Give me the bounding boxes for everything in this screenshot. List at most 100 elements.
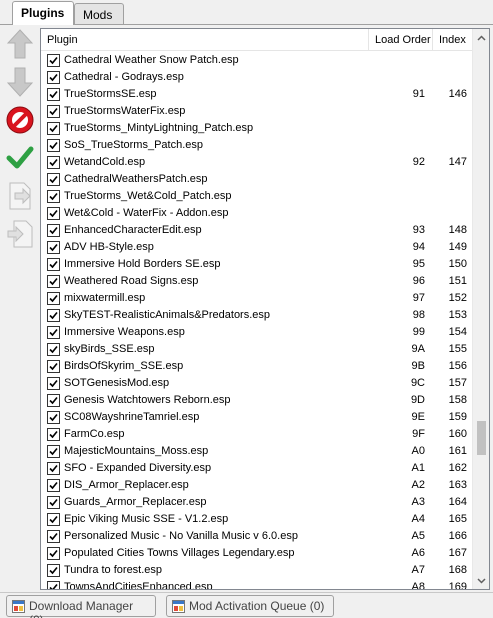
plugin-load-order: A8 [411, 581, 425, 590]
plugin-index: 152 [448, 292, 467, 304]
plugin-name: TrueStorms_Wet&Cold_Patch.esp [64, 190, 232, 202]
export-button[interactable] [3, 180, 37, 214]
column-header-plugin[interactable]: Plugin [41, 29, 369, 51]
plugin-enabled-checkbox[interactable] [47, 105, 60, 118]
plugin-index: 149 [448, 241, 467, 253]
plugin-row[interactable]: SkyTEST-RealisticAnimals&Predators.esp 98… [41, 307, 473, 324]
plugin-enabled-checkbox[interactable] [47, 547, 60, 560]
plugin-row[interactable]: FarmCo.esp 9F 160 [41, 426, 473, 443]
move-up-button[interactable] [3, 28, 37, 62]
plugin-enabled-checkbox[interactable] [47, 496, 60, 509]
plugin-load-order: A3 [411, 496, 425, 508]
plugin-load-order: 9C [410, 377, 425, 389]
tab-plugins[interactable]: Plugins [12, 1, 74, 25]
plugin-row[interactable]: EnhancedCharacterEdit.esp 93 148 [41, 222, 473, 239]
import-button[interactable] [3, 218, 37, 252]
plugin-enabled-checkbox[interactable] [47, 530, 60, 543]
mod-activation-queue-tab[interactable]: Mod Activation Queue (0) [166, 595, 334, 617]
disable-all-button[interactable] [3, 104, 37, 138]
plugin-row[interactable]: TrueStorms_Wet&Cold_Patch.esp [41, 188, 473, 205]
plugin-enabled-checkbox[interactable] [47, 173, 60, 186]
plugin-enabled-checkbox[interactable] [47, 428, 60, 441]
plugin-enabled-checkbox[interactable] [47, 462, 60, 475]
plugin-row[interactable]: BirdsOfSkyrim_SSE.esp 9B 156 [41, 358, 473, 375]
plugin-load-order: 93 [412, 224, 425, 236]
plugin-row[interactable]: Populated Cities Towns Villages Legendar… [41, 545, 473, 562]
plugin-row[interactable]: SoS_TrueStorms_Patch.esp [41, 137, 473, 154]
plugin-rows: Cathedral Weather Snow Patch.esp Cathedra… [41, 52, 473, 590]
plugin-enabled-checkbox[interactable] [47, 207, 60, 220]
plugin-row[interactable]: skyBirds_SSE.esp 9A 155 [41, 341, 473, 358]
plugin-row[interactable]: ADV HB-Style.esp 94 149 [41, 239, 473, 256]
plugin-row[interactable]: Genesis Watchtowers Reborn.esp 9D 158 [41, 392, 473, 409]
plugin-name: Epic Viking Music SSE - V1.2.esp [64, 513, 229, 525]
plugin-enabled-checkbox[interactable] [47, 309, 60, 322]
scroll-up-button[interactable] [473, 29, 489, 46]
plugin-enabled-checkbox[interactable] [47, 275, 60, 288]
plugin-row[interactable]: WetandCold.esp 92 147 [41, 154, 473, 171]
tab-mods[interactable]: Mods [74, 3, 124, 24]
plugin-row[interactable]: SC08WayshrineTamriel.esp 9E 159 [41, 409, 473, 426]
column-header-index[interactable]: Index [433, 29, 473, 51]
plugin-enabled-checkbox[interactable] [47, 224, 60, 237]
plugin-load-order: 9E [411, 411, 425, 423]
plugin-row[interactable]: Cathedral - Godrays.esp [41, 69, 473, 86]
plugin-load-order: 92 [412, 156, 425, 168]
plugin-row[interactable]: CathedralWeathersPatch.esp [41, 171, 473, 188]
plugin-enabled-checkbox[interactable] [47, 445, 60, 458]
plugin-row[interactable]: DIS_Armor_Replacer.esp A2 163 [41, 477, 473, 494]
plugin-enabled-checkbox[interactable] [47, 343, 60, 356]
vertical-scrollbar[interactable] [472, 29, 489, 589]
plugin-row[interactable]: mixwatermill.esp 97 152 [41, 290, 473, 307]
plugin-row[interactable]: TrueStormsSE.esp 91 146 [41, 86, 473, 103]
plugin-row[interactable]: MajesticMountains_Moss.esp A0 161 [41, 443, 473, 460]
plugin-index: 160 [448, 428, 467, 440]
plugin-enabled-checkbox[interactable] [47, 564, 60, 577]
plugin-list: Plugin Load Order Index Cathedral Weathe… [40, 28, 490, 590]
column-header-load-order[interactable]: Load Order [369, 29, 433, 51]
plugin-name: Genesis Watchtowers Reborn.esp [64, 394, 231, 406]
plugin-enabled-checkbox[interactable] [47, 479, 60, 492]
plugin-row[interactable]: SFO - Expanded Diversity.esp A1 162 [41, 460, 473, 477]
plugin-enabled-checkbox[interactable] [47, 241, 60, 254]
plugin-enabled-checkbox[interactable] [47, 513, 60, 526]
scroll-thumb[interactable] [477, 421, 486, 455]
plugin-enabled-checkbox[interactable] [47, 394, 60, 407]
plugin-enabled-checkbox[interactable] [47, 54, 60, 67]
plugin-row[interactable]: Weathered Road Signs.esp 96 151 [41, 273, 473, 290]
plugin-row[interactable]: Personalized Music - No Vanilla Music v … [41, 528, 473, 545]
tab-bar: Plugins Mods [0, 0, 493, 25]
plugin-row[interactable]: Immersive Hold Borders SE.esp 95 150 [41, 256, 473, 273]
plugin-enabled-checkbox[interactable] [47, 360, 60, 373]
plugin-index: 168 [448, 564, 467, 576]
plugin-row[interactable]: Epic Viking Music SSE - V1.2.esp A4 165 [41, 511, 473, 528]
plugin-enabled-checkbox[interactable] [47, 377, 60, 390]
plugin-enabled-checkbox[interactable] [47, 71, 60, 84]
plugin-row[interactable]: Immersive Weapons.esp 99 154 [41, 324, 473, 341]
plugin-enabled-checkbox[interactable] [47, 581, 60, 589]
plugin-enabled-checkbox[interactable] [47, 411, 60, 424]
plugin-enabled-checkbox[interactable] [47, 326, 60, 339]
plugin-enabled-checkbox[interactable] [47, 156, 60, 169]
plugin-row[interactable]: TrueStormsWaterFix.esp [41, 103, 473, 120]
scroll-down-button[interactable] [473, 572, 489, 589]
plugin-index: 151 [448, 275, 467, 287]
move-down-button[interactable] [3, 66, 37, 100]
plugin-enabled-checkbox[interactable] [47, 258, 60, 271]
plugin-row[interactable]: TownsAndCitiesEnhanced.esp A8 169 [41, 579, 473, 590]
plugin-row[interactable]: Wet&Cold - WaterFix - Addon.esp [41, 205, 473, 222]
plugin-row[interactable]: SOTGenesisMod.esp 9C 157 [41, 375, 473, 392]
plugin-row[interactable]: Guards_Armor_Replacer.esp A3 164 [41, 494, 473, 511]
plugin-enabled-checkbox[interactable] [47, 88, 60, 101]
plugin-enabled-checkbox[interactable] [47, 122, 60, 135]
plugin-row[interactable]: Tundra to forest.esp A7 168 [41, 562, 473, 579]
plugin-row[interactable]: Cathedral Weather Snow Patch.esp [41, 52, 473, 69]
plugin-name: CathedralWeathersPatch.esp [64, 173, 208, 185]
plugin-enabled-checkbox[interactable] [47, 190, 60, 203]
plugin-row[interactable]: TrueStorms_MintyLightning_Patch.esp [41, 120, 473, 137]
plugin-name: SoS_TrueStorms_Patch.esp [64, 139, 203, 151]
plugin-enabled-checkbox[interactable] [47, 139, 60, 152]
enable-all-button[interactable] [3, 142, 37, 176]
download-manager-tab[interactable]: Download Manager (0) [6, 595, 156, 618]
plugin-enabled-checkbox[interactable] [47, 292, 60, 305]
